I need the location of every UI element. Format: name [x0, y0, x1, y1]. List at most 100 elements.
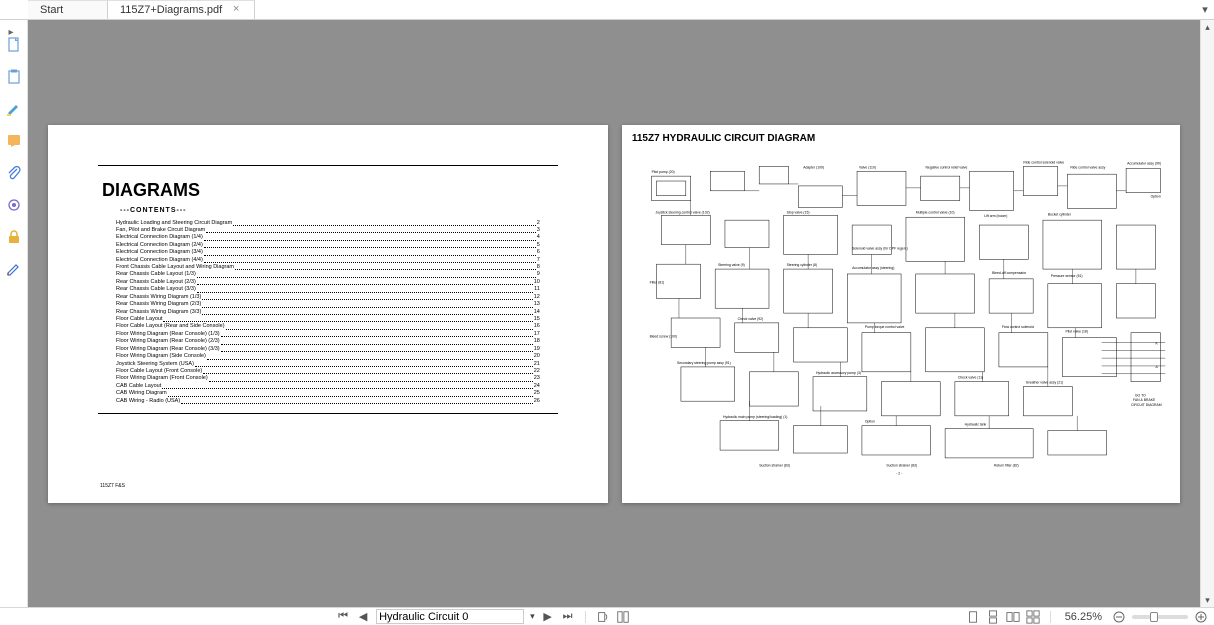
first-page-button[interactable]: ⏮ — [336, 610, 350, 624]
highlight-icon[interactable] — [5, 100, 23, 118]
book-view-button[interactable] — [1026, 610, 1040, 624]
toc-dots — [235, 269, 536, 270]
toc-row: Rear Chassis Wiring Diagram (3/3)14 — [116, 309, 540, 316]
toc-page: 20 — [534, 353, 540, 360]
toc-dots — [204, 255, 536, 256]
toc-dots — [202, 314, 532, 315]
facing-view-button[interactable] — [1006, 610, 1020, 624]
scroll-up-icon[interactable]: ▴ — [1201, 20, 1214, 34]
toc-title: Rear Chassis Cable Layout (2/3) — [116, 279, 196, 286]
toc-page: 13 — [534, 301, 540, 308]
svg-text:CIRCUIT DIAGRAM: CIRCUIT DIAGRAM — [1131, 403, 1162, 407]
expand-panel-icon[interactable]: ▸ — [4, 26, 18, 38]
toc-dots — [197, 284, 533, 285]
toc-title: Floor Cable Layout (Front Console) — [116, 368, 202, 375]
toc-page: 5 — [537, 242, 540, 249]
toc-row: CAB Cable Layout24 — [116, 383, 540, 390]
toc-dots — [197, 277, 536, 278]
toc-dots — [226, 329, 533, 330]
toc-row: Rear Chassis Cable Layout (1/3) 9 — [116, 271, 540, 278]
svg-text:Negative control relief valve: Negative control relief valve — [925, 165, 967, 169]
svg-text:Option: Option — [1150, 194, 1160, 198]
toc-row: Electrical Connection Diagram (4/4)7 — [116, 257, 540, 264]
svg-text:Hydraulic accessory pump (3): Hydraulic accessory pump (3) — [816, 370, 861, 374]
svg-text:Flow control solenoid: Flow control solenoid — [1002, 324, 1034, 328]
svg-text:Ride control solenoid valve: Ride control solenoid valve — [1023, 160, 1064, 164]
toc-title: Rear Chassis Wiring Diagram (2/3) — [116, 301, 201, 308]
document-viewport[interactable]: DIAGRAMS ---CONTENTS--- Hydraulic Loadin… — [28, 20, 1200, 607]
dropdown-icon[interactable]: ▾ — [530, 611, 535, 622]
toc-page: 25 — [534, 390, 540, 397]
tab-bar: Start 115Z7+Diagrams.pdf × ▾ — [0, 0, 1214, 20]
toc-dots — [221, 344, 533, 345]
toc-page: 14 — [534, 309, 540, 316]
close-icon[interactable]: × — [230, 4, 242, 16]
zoom-out-button[interactable] — [1112, 610, 1126, 624]
tab-overflow-button[interactable]: ▾ — [1196, 0, 1214, 19]
prev-page-button[interactable]: ◀ — [356, 610, 370, 624]
toc-page: 22 — [534, 368, 540, 375]
svg-text:Accumulator assy (99): Accumulator assy (99) — [1127, 161, 1161, 165]
svg-text:Valve (110): Valve (110) — [859, 165, 876, 169]
svg-text:GO TO: GO TO — [1135, 393, 1146, 397]
next-page-button[interactable]: ▶ — [541, 610, 555, 624]
toc-title: Electrical Connection Diagram (2/4) — [116, 242, 203, 249]
zoom-slider-thumb[interactable] — [1150, 612, 1158, 622]
toc-page: 6 — [537, 249, 540, 256]
toc-dots — [202, 299, 532, 300]
single-page-view-button[interactable] — [966, 610, 980, 624]
page-heading: DIAGRAMS — [102, 180, 558, 201]
svg-text:Pilot pump (20): Pilot pump (20) — [651, 170, 674, 174]
file-icon[interactable] — [5, 36, 23, 54]
svg-text:Suction strainer (83): Suction strainer (83) — [759, 463, 790, 467]
note-icon[interactable] — [5, 132, 23, 150]
svg-text:Bucket cylinder: Bucket cylinder — [1048, 212, 1072, 216]
toc-row: CAB Wiring Diagram25 — [116, 390, 540, 397]
svg-text:Steering valve (9): Steering valve (9) — [718, 263, 745, 267]
tab-start[interactable]: Start — [28, 0, 108, 19]
tool-strip — [0, 20, 28, 607]
toc-row: Electrical Connection Diagram (2/4) 5 — [116, 242, 540, 249]
toc-page: 17 — [534, 331, 540, 338]
last-page-button[interactable]: ⏭ — [561, 610, 575, 624]
toc-dots — [209, 381, 533, 382]
zoom-value: 56.25% — [1065, 611, 1102, 623]
zoom-slider[interactable] — [1132, 615, 1188, 619]
svg-text:Pilot valve (18): Pilot valve (18) — [1065, 329, 1088, 333]
svg-text:Ride control valve assy: Ride control valve assy — [1070, 165, 1105, 169]
toc-page: 8 — [537, 264, 540, 271]
tab-document[interactable]: 115Z7+Diagrams.pdf × — [108, 0, 255, 19]
rotate-icon[interactable] — [596, 610, 610, 624]
toc-page: 9 — [537, 271, 540, 278]
bookmark-select[interactable] — [376, 609, 524, 624]
toc-title: Electrical Connection Diagram (3/4) — [116, 249, 203, 256]
toc-row: Floor Cable Layout (Front Console) 22 — [116, 368, 540, 375]
toc-page: 15 — [534, 316, 540, 323]
vertical-scrollbar[interactable]: ▴ ▾ — [1200, 20, 1214, 607]
pdf-page-1: DIAGRAMS ---CONTENTS--- Hydraulic Loadin… — [48, 125, 608, 503]
toc-title: Floor Wiring Diagram (Side Console) — [116, 353, 206, 360]
edit-icon[interactable] — [5, 260, 23, 278]
toc-page: 3 — [537, 227, 540, 234]
lock-icon[interactable] — [5, 228, 23, 246]
scroll-down-icon[interactable]: ▾ — [1201, 593, 1214, 607]
svg-text:A: A — [1155, 364, 1158, 368]
toc-dots — [168, 396, 533, 397]
bookmark-icon[interactable] — [5, 196, 23, 214]
continuous-view-button[interactable] — [986, 610, 1000, 624]
svg-text:Pressure sensor (51): Pressure sensor (51) — [1051, 273, 1083, 277]
toc-page: 21 — [534, 361, 540, 368]
page-layout-icon[interactable] — [616, 610, 630, 624]
toc-dots — [204, 247, 536, 248]
toc-row: Front Chassis Cable Layout and Wiring Di… — [116, 264, 540, 271]
toc-title: Rear Chassis Cable Layout (1/3) — [116, 271, 196, 278]
attachment-icon[interactable] — [5, 164, 23, 182]
zoom-in-button[interactable] — [1194, 610, 1208, 624]
svg-text:Adapter (109): Adapter (109) — [803, 165, 824, 169]
toc-row: Rear Chassis Cable Layout (2/3)10 — [116, 279, 540, 286]
toc-title: Hydraulic Loading and Steering Circuit D… — [116, 220, 232, 227]
toc-title: Fan, Pilot and Brake Circuit Diagram — [116, 227, 205, 234]
svg-text:Solenoid valve assy (for DPF r: Solenoid valve assy (for DPF regen.) — [852, 246, 908, 250]
svg-text:FAN & BRAKE: FAN & BRAKE — [1133, 398, 1156, 402]
clipboard-icon[interactable] — [5, 68, 23, 86]
